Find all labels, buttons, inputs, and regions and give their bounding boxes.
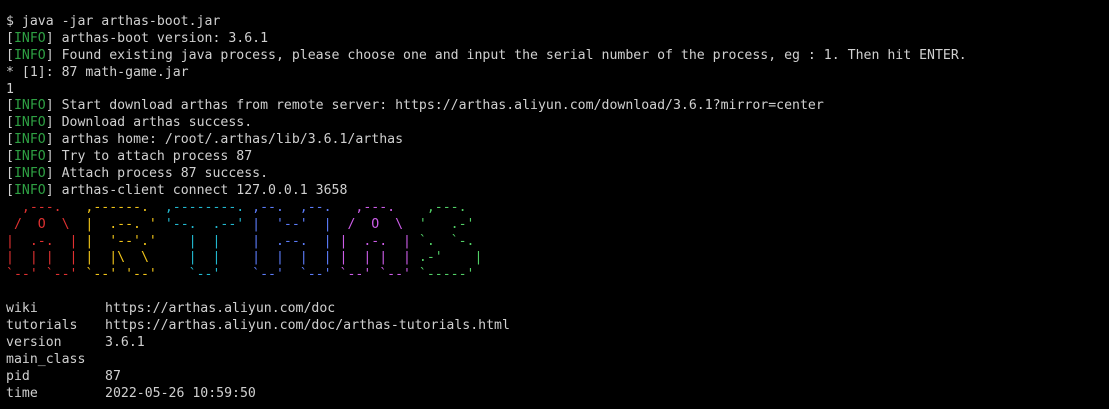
user-input-line: 1 bbox=[6, 81, 14, 97]
info-row: main_class bbox=[6, 352, 1109, 369]
logo-letter-s: `. `-. bbox=[418, 233, 483, 249]
download-success-line: [INFO] Download arthas success. bbox=[6, 115, 253, 131]
terminal-window[interactable]: $ java -jar arthas-boot.jar [INFO] artha… bbox=[0, 0, 1109, 409]
info-tag: INFO bbox=[13, 47, 46, 63]
logo-letter-r: | |\ \ bbox=[85, 250, 165, 266]
logo-row: | | | | | |\ \ | | | | | | | | | | .-' | bbox=[6, 250, 1109, 267]
logo-letter-a: / O \ bbox=[339, 216, 419, 232]
logo-letter-a: ,---. bbox=[6, 199, 86, 215]
logo-letter-a: `--' `--' bbox=[339, 267, 419, 283]
info-value: https://arthas.aliyun.com/doc bbox=[105, 301, 336, 317]
logo-row: | .-. | | '--'.' | | | .--. | | .-. | `.… bbox=[6, 234, 1109, 251]
logo-letter-s: ,---. bbox=[418, 199, 483, 215]
logo-letter-t: | | bbox=[164, 233, 253, 249]
logo-letter-s: `-----' bbox=[418, 267, 483, 283]
info-key: tutorials bbox=[6, 318, 78, 334]
arthas-home-text: arthas home: /root/.arthas/lib/3.6.1/art… bbox=[61, 132, 404, 148]
arthas-home-line: [INFO] arthas home: /root/.arthas/lib/3.… bbox=[6, 132, 404, 148]
logo-row: `--' `--' `--' '--' `--' `--' `--' `--' … bbox=[6, 267, 1109, 284]
logo-letter-t: '--. .--' bbox=[164, 216, 253, 232]
info-tag: INFO bbox=[13, 166, 46, 182]
client-connect-line: [INFO] arthas-client connect 127.0.0.1 3… bbox=[6, 182, 348, 198]
info-row: version 3.6.1 bbox=[6, 335, 1109, 352]
boot-version-text: arthas-boot version: 3.6.1 bbox=[61, 30, 269, 46]
logo-letter-a: / O \ bbox=[6, 216, 86, 232]
logo-letter-h: | | | | bbox=[252, 250, 340, 266]
logo-letter-a: | | | | bbox=[6, 250, 86, 266]
info-key: version bbox=[6, 334, 62, 350]
info-tag: INFO bbox=[13, 149, 46, 165]
info-key: pid bbox=[6, 368, 30, 384]
info-row: time 2022-05-26 10:59:50 bbox=[6, 386, 1109, 403]
logo-letter-h: `--' `--' bbox=[252, 267, 340, 283]
logo-letter-r: `--' '--' bbox=[85, 267, 165, 283]
session-info-table: wiki https://arthas.aliyun.com/doc tutoria… bbox=[6, 301, 1109, 402]
logo-letter-h: ,--. ,--. bbox=[252, 199, 340, 215]
logo-letter-s: ' .-' bbox=[418, 216, 483, 232]
logo-row: / O \ | .--. ' '--. .--' | '--' | / O \ … bbox=[6, 217, 1109, 234]
logo-letter-a: `--' `--' bbox=[6, 267, 86, 283]
client-connect-text: arthas-client connect 127.0.0.1 3658 bbox=[61, 182, 348, 198]
download-start-line: [INFO] Start download arthas from remote… bbox=[6, 98, 824, 114]
logo-letter-s: .-' | bbox=[418, 250, 483, 266]
attach-success-text: Attach process 87 success. bbox=[61, 166, 269, 182]
info-tag: INFO bbox=[13, 132, 46, 148]
info-row: tutorials https://arthas.aliyun.com/doc/a… bbox=[6, 318, 1109, 335]
info-key: time bbox=[6, 385, 38, 401]
found-process-text: Found existing java process, please choo… bbox=[61, 47, 967, 63]
info-value: 3.6.1 bbox=[105, 334, 145, 350]
logo-letter-h: | .--. | bbox=[252, 233, 340, 249]
info-value: https://arthas.aliyun.com/doc/arthas-tut… bbox=[105, 318, 510, 334]
logo-letter-h: | '--' | bbox=[252, 216, 340, 232]
logo-letter-a: | .-. | bbox=[339, 233, 419, 249]
boot-version-line: [INFO] arthas-boot version: 3.6.1 bbox=[6, 30, 269, 46]
info-tag: INFO bbox=[13, 182, 46, 198]
attach-try-line: [INFO] Try to attach process 87 bbox=[6, 149, 253, 165]
logo-letter-t: `--' bbox=[164, 267, 253, 283]
info-value: 2022-05-26 10:59:50 bbox=[105, 385, 256, 401]
logo-letter-r: | .--. ' bbox=[85, 216, 165, 232]
info-tag: INFO bbox=[13, 115, 46, 131]
process-choice-line: * [1]: 87 math-game.jar bbox=[6, 64, 189, 80]
info-key: wiki bbox=[6, 301, 38, 317]
logo-letter-r: | '--'.' bbox=[85, 233, 165, 249]
prompt-line: $ java -jar arthas-boot.jar bbox=[6, 14, 221, 29]
info-tag: INFO bbox=[13, 98, 46, 114]
logo-row: ,---. ,------. ,--------. ,--. ,--. ,---… bbox=[6, 200, 1109, 217]
logo-letter-t: | | bbox=[164, 250, 253, 266]
attach-success-line: [INFO] Attach process 87 success. bbox=[6, 166, 269, 182]
logo-letter-r: ,------. bbox=[85, 199, 165, 215]
logo-letter-t: ,--------. bbox=[164, 199, 253, 215]
logo-letter-a: | .-. | bbox=[6, 233, 86, 249]
found-process-line: [INFO] Found existing java process, plea… bbox=[6, 47, 967, 63]
info-value: 87 bbox=[105, 368, 121, 384]
download-start-text: Start download arthas from remote server… bbox=[61, 98, 824, 114]
info-row: wiki https://arthas.aliyun.com/doc bbox=[6, 301, 1109, 318]
logo-letter-a: | | | | bbox=[339, 250, 419, 266]
arthas-ascii-logo: ,---. ,------. ,--------. ,--. ,--. ,---… bbox=[6, 200, 1109, 284]
info-row: pid 87 bbox=[6, 369, 1109, 386]
attach-try-text: Try to attach process 87 bbox=[61, 149, 253, 165]
logo-letter-a: ,---. bbox=[339, 199, 419, 215]
info-tag: INFO bbox=[13, 30, 46, 46]
download-success-text: Download arthas success. bbox=[61, 115, 253, 131]
info-key: main_class bbox=[6, 351, 86, 367]
